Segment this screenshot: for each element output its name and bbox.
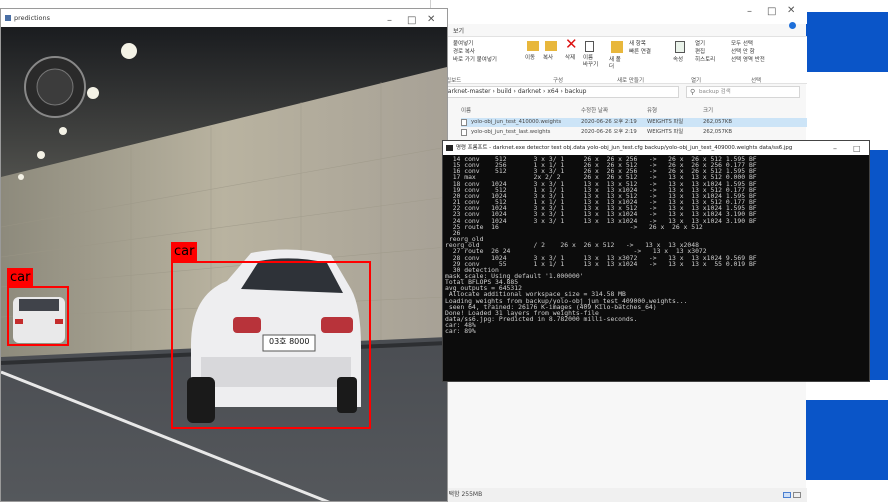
open-button[interactable]: 열기 bbox=[695, 41, 705, 48]
file-date: 2020-06-26 오후 2:19 bbox=[581, 119, 637, 125]
cmd-icon bbox=[446, 145, 453, 151]
predictions-title-bar: predictions – □ ✕ bbox=[1, 9, 447, 27]
help-icon[interactable] bbox=[789, 22, 796, 29]
desktop-window-edge bbox=[870, 150, 888, 380]
easy-access-button[interactable]: 빠른 연결 bbox=[629, 49, 651, 56]
delete-button[interactable]: 삭제 bbox=[565, 55, 575, 62]
file-size: 262,057KB bbox=[703, 129, 733, 135]
file-type: WEIGHTS 파일 bbox=[647, 119, 684, 125]
search-input[interactable]: ⚲ backup 검색 bbox=[686, 86, 800, 98]
window-title: predictions bbox=[14, 14, 50, 22]
detection-label: car bbox=[7, 268, 34, 287]
detection-box bbox=[7, 286, 69, 346]
select-none-button[interactable]: 선택 안 함 bbox=[731, 49, 755, 56]
maximize-button[interactable]: □ bbox=[853, 142, 861, 156]
properties-button[interactable]: 속성 bbox=[673, 57, 683, 64]
properties-icon bbox=[675, 41, 685, 53]
history-button[interactable]: 히스토리 bbox=[695, 57, 715, 64]
delete-icon: ✕ bbox=[565, 35, 578, 53]
new-folder-button[interactable]: 새 폴더 bbox=[609, 57, 623, 71]
copy-to-button[interactable]: 복사 bbox=[543, 55, 553, 62]
group-label-organize: 구성 bbox=[553, 78, 564, 84]
predictions-window: predictions – □ ✕ 03호 8000 car car bbox=[0, 8, 448, 502]
group-label-open: 열기 bbox=[691, 78, 702, 84]
console-title: 명령 프롬프트 - darknet.exe detector test obj.… bbox=[456, 145, 793, 151]
search-icon: ⚲ bbox=[690, 88, 696, 96]
file-icon bbox=[461, 119, 467, 126]
tab-view[interactable]: 보기 bbox=[453, 26, 464, 35]
address-bar[interactable]: darknet-master › build › darknet › x64 ›… bbox=[439, 86, 679, 98]
group-label-select: 선택 bbox=[751, 78, 762, 84]
details-view-icon[interactable] bbox=[783, 492, 791, 498]
column-header-size[interactable]: 크기 bbox=[703, 106, 713, 114]
maximize-button[interactable]: □ bbox=[767, 6, 776, 17]
file-date: 2020-06-26 오후 2:19 bbox=[581, 129, 637, 135]
app-icon bbox=[5, 15, 11, 21]
rename-button[interactable]: 이름 바꾸기 bbox=[583, 55, 599, 69]
column-header-type[interactable]: 유형 bbox=[647, 106, 657, 114]
detection-image: 03호 8000 car car bbox=[1, 27, 447, 501]
ribbon-tabs: 보기 bbox=[431, 22, 807, 36]
console-output[interactable]: 14 conv 512 3 x 3/ 1 26 x 26 x 256 -> 26… bbox=[445, 156, 865, 381]
new-folder-icon bbox=[611, 41, 623, 53]
file-row[interactable]: yolo-obj_jun_test_last.weights 2020-06-2… bbox=[461, 128, 807, 137]
minimize-button[interactable]: – bbox=[833, 142, 837, 156]
status-text: 선택함 255MB bbox=[443, 491, 483, 498]
detection-box bbox=[171, 261, 371, 429]
move-to-button[interactable]: 이동 bbox=[525, 55, 535, 62]
column-headers: 이름 수정한 날짜 유형 크기 bbox=[451, 104, 807, 114]
column-header-name[interactable]: 이름 bbox=[461, 106, 471, 114]
copy-path-button[interactable]: 경로 복사 bbox=[453, 49, 475, 56]
explorer-title-bar: – □ ✕ bbox=[431, 0, 807, 24]
move-to-icon bbox=[527, 41, 539, 51]
detection-label: car bbox=[171, 242, 198, 261]
group-label-new: 새로 만들기 bbox=[617, 78, 645, 84]
close-button[interactable]: ✕ bbox=[787, 5, 795, 16]
column-header-date[interactable]: 수정한 날짜 bbox=[581, 106, 608, 114]
console-line: car: 89% bbox=[445, 327, 476, 336]
desktop-window-edge bbox=[806, 12, 888, 72]
rename-icon bbox=[585, 41, 594, 52]
copy-to-icon bbox=[545, 41, 557, 51]
invert-selection-button[interactable]: 선택 영역 반전 bbox=[731, 57, 765, 64]
status-bar: 선택함 255MB bbox=[431, 488, 807, 502]
search-placeholder: backup 검색 bbox=[699, 89, 731, 95]
new-item-button[interactable]: 새 항목 bbox=[629, 41, 646, 48]
file-name: yolo-obj_jun_test_410000.weights bbox=[471, 119, 562, 125]
large-icons-view-icon[interactable] bbox=[793, 492, 801, 498]
breadcrumb-item[interactable]: x64 bbox=[547, 88, 558, 95]
select-all-button[interactable]: 모두 선택 bbox=[731, 41, 753, 48]
command-prompt-window: 명령 프롬프트 - darknet.exe detector test obj.… bbox=[442, 140, 870, 382]
edit-button[interactable]: 편집 bbox=[695, 49, 705, 56]
console-title-bar: 명령 프롬프트 - darknet.exe detector test obj.… bbox=[443, 141, 869, 155]
breadcrumb-item[interactable]: darknet-master bbox=[444, 88, 491, 95]
file-icon bbox=[461, 129, 467, 136]
file-size: 262,057KB bbox=[703, 119, 733, 125]
minimize-button[interactable]: – bbox=[747, 6, 752, 17]
file-name: yolo-obj_jun_test_last.weights bbox=[471, 129, 551, 135]
breadcrumb-item[interactable]: darknet bbox=[518, 88, 541, 95]
breadcrumb-item[interactable]: backup bbox=[565, 88, 587, 95]
paste-button[interactable]: 붙여넣기 bbox=[453, 41, 473, 48]
desktop-window-edge bbox=[806, 400, 888, 480]
file-type: WEIGHTS 파일 bbox=[647, 129, 684, 135]
file-row[interactable]: yolo-obj_jun_test_410000.weights 2020-06… bbox=[461, 118, 807, 127]
paste-shortcut-button[interactable]: 바로 가기 붙여넣기 bbox=[453, 57, 497, 64]
ribbon: 붙여넣기 경로 복사 바로 가기 붙여넣기 ✕ 이동 복사 삭제 이름 바꾸기 … bbox=[431, 36, 807, 84]
breadcrumb-item[interactable]: build bbox=[497, 88, 512, 95]
